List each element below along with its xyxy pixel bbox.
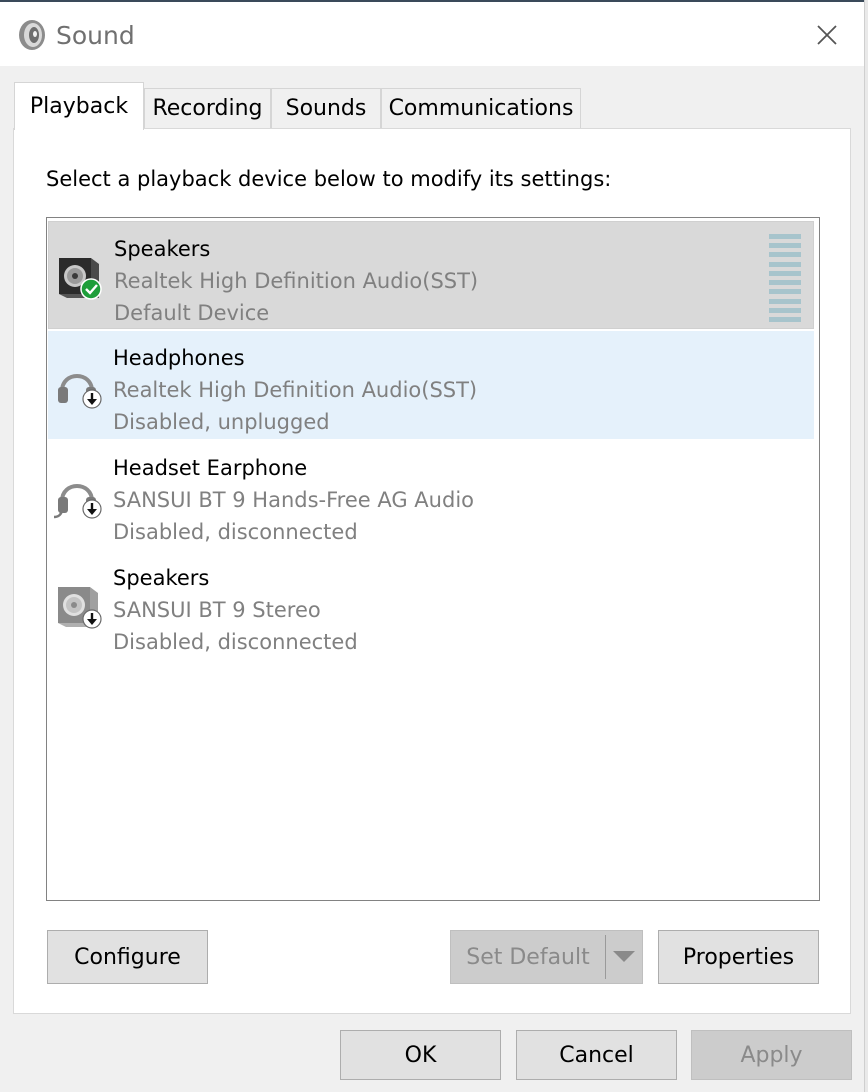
background-window-edge [864,0,868,1092]
apply-button[interactable]: Apply [691,1030,852,1080]
device-status: Disabled, disconnected [113,520,358,544]
down-arrow-badge-icon [82,499,102,519]
device-driver: Realtek High Definition Audio(SST) [113,378,478,402]
cancel-button[interactable]: Cancel [516,1030,677,1080]
down-arrow-badge-icon [82,609,102,629]
device-item-headphones[interactable]: Headphones Realtek High Definition Audio… [48,331,814,439]
sound-app-icon [19,20,45,50]
device-name: Speakers [113,566,210,590]
device-item-headset-earphone[interactable]: Headset Earphone SANSUI BT 9 Hands-Free … [48,441,814,549]
ok-button[interactable]: OK [340,1030,501,1080]
tab-playback[interactable]: Playback [14,82,144,130]
device-item-speakers-sansui[interactable]: Speakers SANSUI BT 9 Stereo Disabled, di… [48,551,814,659]
device-name: Headphones [113,346,245,370]
set-default-split-button[interactable]: Set Default [450,930,643,984]
device-name: Speakers [114,237,211,261]
device-driver: SANSUI BT 9 Stereo [113,598,321,622]
instruction-text: Select a playback device below to modify… [46,167,612,191]
properties-button[interactable]: Properties [658,930,819,984]
speaker-icon [59,258,102,300]
tab-communications[interactable]: Communications [381,88,581,128]
device-status: Disabled, disconnected [113,630,358,654]
configure-button[interactable]: Configure [47,930,208,984]
title-bar[interactable]: Sound [0,2,864,66]
default-check-icon [80,278,102,300]
set-default-button[interactable]: Set Default [451,931,605,983]
tab-sounds[interactable]: Sounds [271,88,381,128]
tab-recording[interactable]: Recording [144,88,271,128]
device-name: Headset Earphone [113,456,308,480]
close-icon [817,25,837,45]
close-button[interactable] [806,14,848,56]
chevron-down-icon [613,951,635,962]
split-divider [605,935,606,979]
device-status: Disabled, unplugged [113,410,330,434]
device-status: Default Device [114,301,270,325]
device-driver: Realtek High Definition Audio(SST) [114,269,479,293]
playback-device-list[interactable]: Speakers Realtek High Definition Audio(S… [46,217,820,901]
down-arrow-badge-icon [82,389,102,409]
headphones-icon [58,374,102,409]
headset-icon [54,484,102,519]
device-driver: SANSUI BT 9 Hands-Free AG Audio [113,488,474,512]
speaker-icon [58,587,102,629]
set-default-dropdown[interactable] [607,931,641,983]
volume-level-meter [769,234,801,322]
window-title: Sound [56,21,135,50]
device-item-speakers[interactable]: Speakers Realtek High Definition Audio(S… [48,221,814,329]
